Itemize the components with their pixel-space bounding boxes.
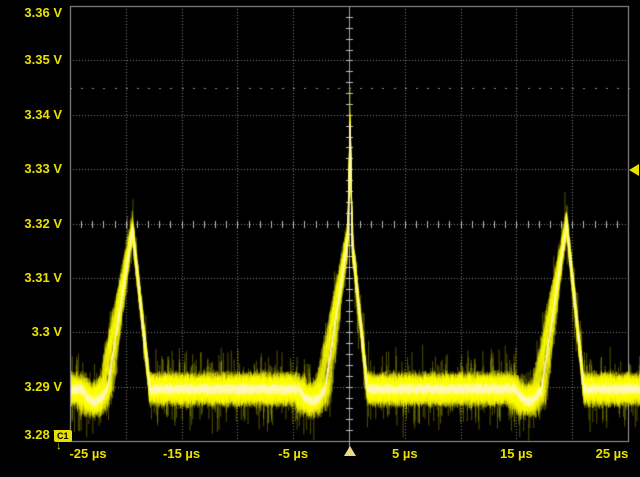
x-axis-label: 25 µs (577, 446, 640, 462)
waveform-display (0, 0, 640, 477)
y-axis-label: 3.36 V (0, 5, 62, 21)
y-axis-label: 3.32 V (0, 216, 62, 232)
x-axis-label: 5 µs (370, 446, 440, 462)
trigger-position-marker-icon[interactable] (344, 446, 356, 456)
oscilloscope-screen: 3.36 V 3.35 V 3.34 V 3.33 V 3.32 V 3.31 V 3.3 … (0, 0, 640, 477)
y-axis-label: 3.3 V (0, 324, 62, 340)
trigger-level-marker-icon[interactable] (629, 164, 639, 176)
y-axis-label: 3.29 V (0, 379, 62, 395)
channel-offset-down-arrow-icon: ↓ (56, 440, 62, 452)
y-axis-label: 3.33 V (0, 161, 62, 177)
y-axis-label: 3.34 V (0, 107, 62, 123)
x-axis-label: -5 µs (258, 446, 328, 462)
y-axis-label: 3.28 V (0, 427, 62, 443)
y-axis-label: 3.31 V (0, 270, 62, 286)
x-axis-label: 15 µs (481, 446, 551, 462)
x-axis-label: -25 µs (53, 446, 123, 462)
x-axis-label: -15 µs (147, 446, 217, 462)
y-axis-label: 3.35 V (0, 52, 62, 68)
